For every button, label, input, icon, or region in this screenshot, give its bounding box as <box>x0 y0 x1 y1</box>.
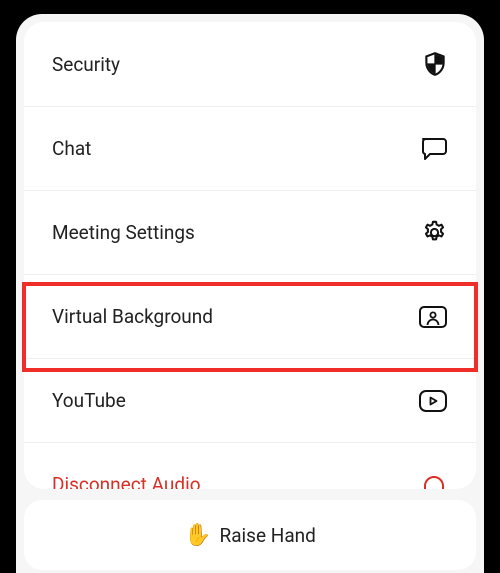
menu-item-label: Virtual Background <box>52 305 418 328</box>
raise-hand-icon: ✋ <box>184 523 211 548</box>
person-frame-icon <box>418 305 448 329</box>
raise-hand-label: Raise Hand <box>220 524 316 547</box>
menu-item-label: YouTube <box>52 389 418 412</box>
menu-item-virtual-background[interactable]: Virtual Background <box>24 274 476 358</box>
options-panel: Security <box>24 22 476 489</box>
action-sheet: Security <box>16 14 484 573</box>
menu-item-youtube[interactable]: YouTube <box>24 358 476 442</box>
menu-item-label: Meeting Settings <box>52 221 418 244</box>
chat-icon <box>418 136 448 162</box>
menu-item-disconnect-audio[interactable]: Disconnect Audio <box>24 442 476 489</box>
menu-item-meeting-settings[interactable]: Meeting Settings <box>24 190 476 274</box>
menu-item-label: Disconnect Audio <box>52 473 418 489</box>
menu-item-label: Chat <box>52 137 418 160</box>
headphone-off-icon <box>418 472 448 490</box>
play-rect-icon <box>418 389 448 413</box>
shield-icon <box>418 51 448 77</box>
gear-icon <box>418 219 448 246</box>
menu-item-chat[interactable]: Chat <box>24 106 476 190</box>
menu-item-label: Security <box>52 53 418 76</box>
menu-item-security[interactable]: Security <box>24 22 476 106</box>
raise-hand-button[interactable]: ✋ Raise Hand <box>24 500 476 570</box>
